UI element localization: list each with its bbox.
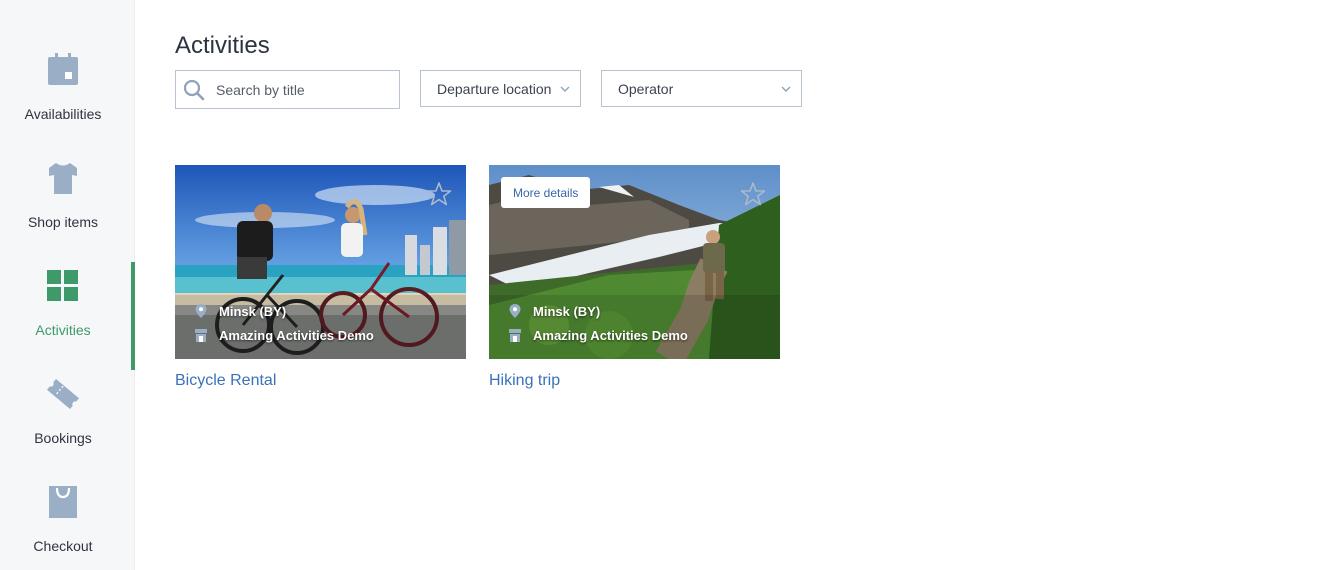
sidebar-item-checkout[interactable]: Checkout	[0, 484, 135, 570]
sidebar-item-label: Bookings	[34, 430, 92, 446]
location-text: Minsk (BY)	[533, 303, 601, 319]
favorite-star-icon[interactable]	[426, 181, 452, 207]
departure-location-label: Departure location	[437, 80, 552, 97]
more-details-button[interactable]: More details	[501, 177, 591, 208]
operator-label: Operator	[618, 80, 674, 97]
tshirt-icon	[49, 163, 77, 194]
sidebar-item-availabilities[interactable]: Availabilities	[0, 52, 135, 160]
operator-row: Amazing Activities Demo	[193, 327, 374, 343]
sidebar-item-label: Availabilities	[24, 106, 102, 122]
activity-card: More details Minsk (BY) Amazing Activiti…	[489, 165, 780, 390]
activity-title-link[interactable]: Bicycle Rental	[175, 372, 466, 390]
search-icon	[183, 79, 205, 100]
sidebar-item-label: Shop items	[27, 214, 99, 230]
operator-text: Amazing Activities Demo	[219, 327, 374, 343]
ticket-icon	[47, 378, 79, 410]
store-icon	[195, 329, 207, 342]
shopping-bag-icon	[49, 486, 77, 518]
app: Availabilities Shop items Activities Boo…	[0, 0, 1326, 570]
operator-select[interactable]: Operator	[601, 70, 802, 107]
sidebar-item-activities[interactable]: Activities	[0, 262, 135, 376]
search-input[interactable]	[216, 81, 386, 98]
sidebar: Availabilities Shop items Activities Boo…	[0, 0, 135, 570]
location-text: Minsk (BY)	[219, 303, 287, 319]
activity-photo[interactable]: More details Minsk (BY) Amazing Activiti…	[489, 165, 780, 359]
sidebar-item-label: Checkout	[33, 538, 93, 554]
favorite-star-icon[interactable]	[740, 181, 766, 207]
grid-icon	[47, 270, 78, 301]
map-pin-icon	[509, 304, 521, 318]
active-indicator	[131, 262, 135, 370]
activity-card: Minsk (BY) Amazing Activities Demo Bicyc…	[175, 165, 466, 390]
sidebar-item-bookings[interactable]: Bookings	[0, 376, 135, 484]
map-pin-icon	[195, 304, 207, 318]
location-row: Minsk (BY)	[507, 303, 600, 319]
operator-row: Amazing Activities Demo	[507, 327, 688, 343]
search-field[interactable]	[175, 70, 400, 109]
page-title: Activities	[175, 32, 270, 59]
departure-location-select[interactable]: Departure location	[420, 70, 581, 107]
chevron-down-icon	[781, 86, 791, 92]
store-icon	[509, 329, 521, 342]
sidebar-item-label: Activities	[35, 322, 91, 338]
activity-photo[interactable]: Minsk (BY) Amazing Activities Demo	[175, 165, 466, 359]
calendar-icon	[48, 53, 78, 85]
sidebar-item-shop-items[interactable]: Shop items	[0, 160, 135, 268]
location-row: Minsk (BY)	[193, 303, 286, 319]
operator-text: Amazing Activities Demo	[533, 327, 688, 343]
chevron-down-icon	[560, 86, 570, 92]
activity-title-link[interactable]: Hiking trip	[489, 372, 780, 390]
